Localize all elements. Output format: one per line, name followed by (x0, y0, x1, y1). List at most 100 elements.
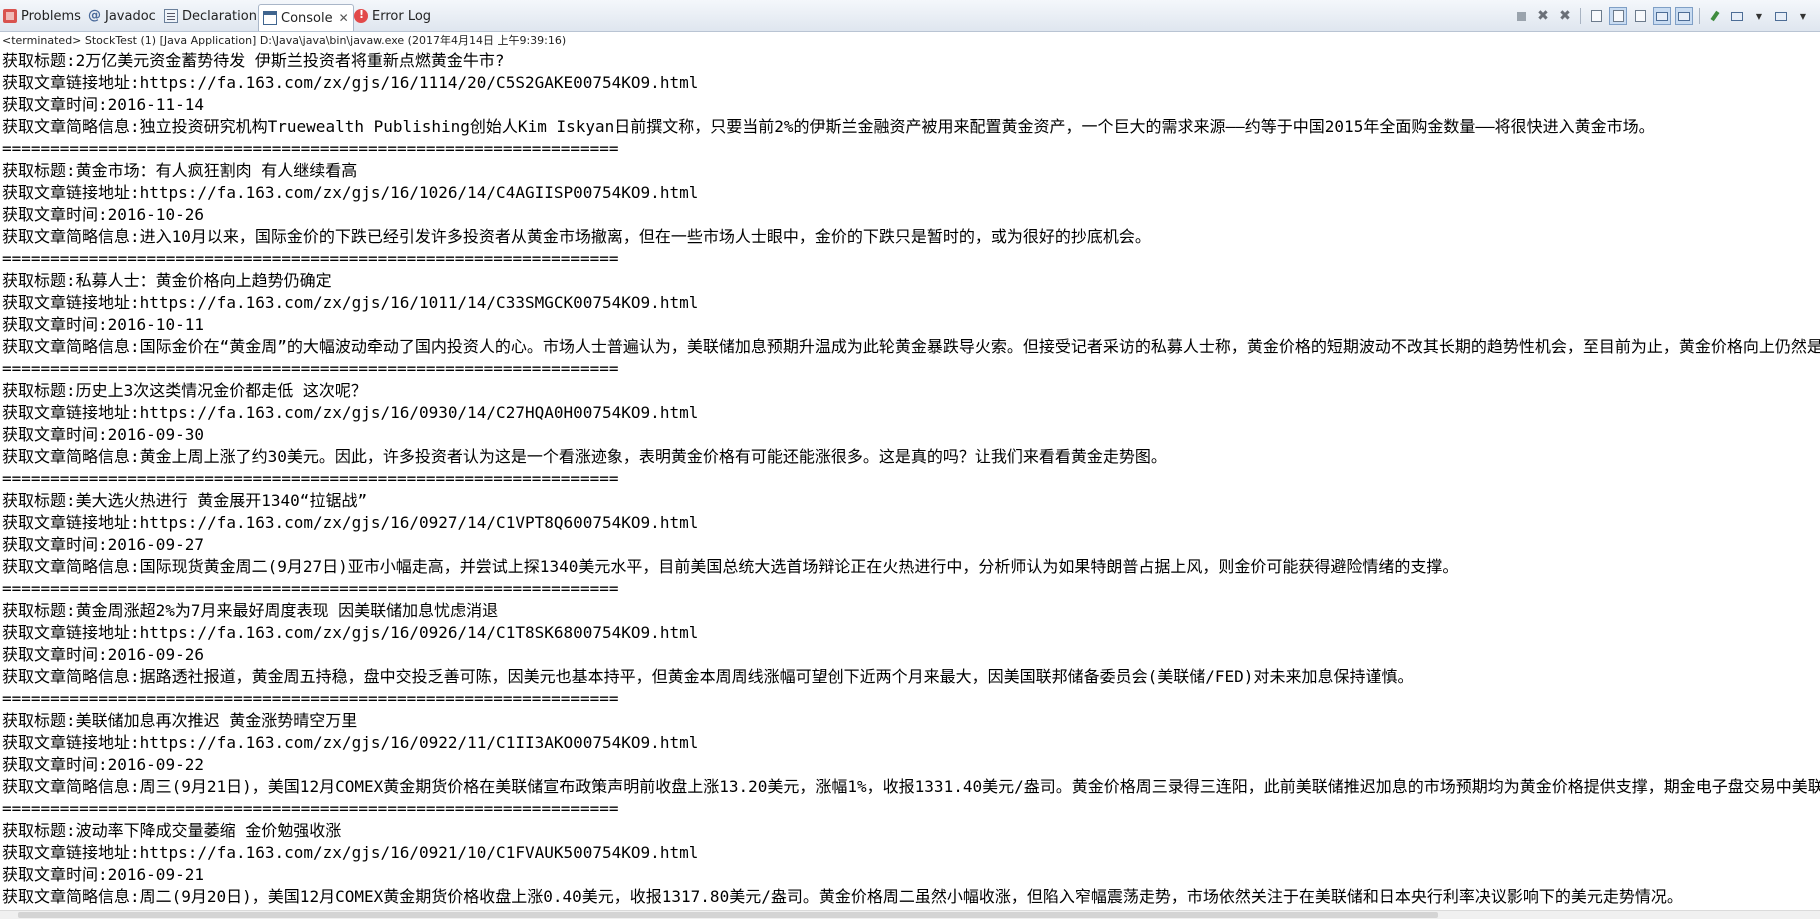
article-summary: 周三(9月21日)，美国12月COMEX黄金期货价格在美联储宣布政策声明前收盘上… (139, 777, 1820, 796)
line-label: 获取文章链接地址: (2, 843, 140, 862)
display-console-dropdown[interactable]: ▼ (1750, 7, 1768, 25)
display-selected-console-button[interactable] (1728, 7, 1746, 25)
output-line-time: 获取文章时间:2016-09-27 (2, 534, 204, 556)
line-label: 获取标题: (2, 821, 76, 840)
line-label: 获取文章链接地址: (2, 623, 140, 642)
clear-console-button[interactable] (1587, 7, 1605, 25)
output-line-summary: 获取文章简略信息:周二(9月20日)，美国12月COMEX黄金期货价格收盘上涨0… (2, 886, 1683, 908)
output-line-summary: 获取文章简略信息:国际现货黄金周二(9月27日)亚市小幅走高，并尝试上探1340… (2, 556, 1458, 578)
remove-icon: ✖ (1537, 8, 1549, 24)
tab-console[interactable]: Console ✕ (258, 4, 354, 31)
tab-problems[interactable]: Problems (3, 4, 81, 28)
terminate-button[interactable] (1512, 7, 1530, 25)
pin-console-button[interactable] (1706, 7, 1724, 25)
console-status-line: <terminated> StockTest (1) [Java Applica… (2, 34, 567, 47)
separator-line: ========================================… (2, 248, 619, 270)
article-time: 2016-11-14 (107, 95, 204, 114)
word-wrap-button[interactable] (1631, 7, 1649, 25)
separator-line: ========================================… (2, 798, 619, 820)
console-output[interactable]: 获取标题:2万亿美元资金蓄势待发 伊斯兰投资者将重新点燃黄金牛市? 获取文章链接地… (0, 50, 1820, 910)
line-label: 获取标题: (2, 271, 76, 290)
output-line-link: 获取文章链接地址:https://fa.163.com/zx/gjs/16/09… (2, 622, 698, 644)
open-console-button[interactable] (1772, 7, 1790, 25)
article-time: 2016-10-26 (107, 205, 204, 224)
tab-javadoc[interactable]: @ Javadoc (88, 4, 156, 28)
separator-line: ========================================… (2, 688, 619, 710)
output-line-summary: 获取文章简略信息:进入10月以来，国际金价的下跌已经引发许多投资者从黄金市场撤离… (2, 226, 1151, 248)
output-line-title: 获取标题:2万亿美元资金蓄势待发 伊斯兰投资者将重新点燃黄金牛市? (2, 50, 505, 72)
output-line-summary: 获取文章简略信息:周三(9月21日)，美国12月COMEX黄金期货价格在美联储宣… (2, 776, 1820, 798)
article-title: 黄金市场：有人疯狂割肉 有人继续看高 (75, 161, 358, 180)
separator-line: ========================================… (2, 138, 619, 160)
horizontal-scrollbar[interactable] (0, 910, 1820, 919)
output-line-link: 获取文章链接地址:https://fa.163.com/zx/gjs/16/11… (2, 72, 698, 94)
output-line-time: 获取文章时间:2016-10-26 (2, 204, 204, 226)
tab-label: Problems (21, 8, 81, 24)
article-title: 历史上3次这类情况金价都走低 这次呢？ (75, 381, 367, 400)
stderr-icon (1678, 11, 1690, 21)
separator-text: ========================================… (2, 469, 619, 488)
line-label: 获取文章链接地址: (2, 513, 140, 532)
terminate-icon (1516, 11, 1526, 21)
separator-text: ========================================… (2, 689, 619, 708)
output-line-time: 获取文章时间:2016-09-30 (2, 424, 204, 446)
show-on-stderr-button[interactable] (1675, 7, 1693, 25)
line-label: 获取文章简略信息: (2, 227, 140, 246)
line-label: 获取文章时间: (2, 865, 108, 884)
toolbar-separator (1699, 8, 1700, 24)
close-icon[interactable]: ✕ (339, 11, 349, 25)
article-link: https://fa.163.com/zx/gjs/16/1011/14/C33… (139, 293, 699, 312)
separator-line: ========================================… (2, 468, 619, 490)
problems-icon (3, 9, 17, 23)
article-title: 美联储加息再次推迟 黄金涨势晴空万里 (75, 711, 358, 730)
article-time: 2016-09-22 (107, 755, 204, 774)
line-label: 获取文章链接地址: (2, 403, 140, 422)
error-log-icon (354, 8, 368, 23)
article-link: https://fa.163.com/zx/gjs/16/1114/20/C5S… (139, 73, 699, 92)
output-line-title: 获取标题:私募人士：黄金价格向上趋势仍确定 (2, 270, 332, 292)
separator-text: ========================================… (2, 579, 619, 598)
remove-launch-button[interactable]: ✖ (1534, 7, 1552, 25)
output-line-link: 获取文章链接地址:https://fa.163.com/zx/gjs/16/10… (2, 292, 698, 314)
output-line-summary: 获取文章简略信息:据路透社报道，黄金周五持稳，盘中交投乏善可陈，因美元也基本持平… (2, 666, 1413, 688)
output-line-time: 获取文章时间:2016-09-26 (2, 644, 204, 666)
separator-text: ========================================… (2, 799, 619, 818)
output-line-link: 获取文章链接地址:https://fa.163.com/zx/gjs/16/09… (2, 732, 698, 754)
line-label: 获取文章时间: (2, 95, 108, 114)
line-label: 获取文章时间: (2, 755, 108, 774)
article-link: https://fa.163.com/zx/gjs/16/0930/14/C27… (139, 403, 699, 422)
console-toolbar: ✖ ✖ ▼ ▼ (1508, 7, 1812, 25)
scroll-lock-button[interactable] (1609, 7, 1627, 25)
line-label: 获取标题: (2, 491, 76, 510)
scrollbar-thumb[interactable] (18, 912, 1438, 918)
article-title: 美大选火热进行 黄金展开1340“拉锯战” (75, 491, 368, 510)
open-console-dropdown[interactable]: ▼ (1794, 7, 1812, 25)
tab-error-log[interactable]: Error Log (354, 4, 431, 28)
toolbar-separator (1580, 8, 1581, 24)
article-link: https://fa.163.com/zx/gjs/16/1026/14/C4A… (139, 183, 699, 202)
output-line-title: 获取标题:波动率下降成交量萎缩 金价勉强收涨 (2, 820, 341, 842)
line-label: 获取文章简略信息: (2, 337, 140, 356)
article-title: 波动率下降成交量萎缩 金价勉强收涨 (75, 821, 342, 840)
show-on-stdout-button[interactable] (1653, 7, 1671, 25)
remove-all-terminated-button[interactable]: ✖ (1556, 7, 1574, 25)
article-summary: 据路透社报道，黄金周五持稳，盘中交投乏善可陈，因美元也基本持平，但黄金本周周线涨… (139, 667, 1414, 686)
tab-declaration[interactable]: Declaration (164, 4, 257, 28)
article-title: 2万亿美元资金蓄势待发 伊斯兰投资者将重新点燃黄金牛市? (75, 51, 505, 70)
javadoc-icon: @ (88, 8, 101, 23)
line-label: 获取文章链接地址: (2, 73, 140, 92)
article-summary: 国际金价在“黄金周”的大幅波动牵动了国内投资人的心。市场人士普遍认为，美联储加息… (139, 337, 1820, 356)
article-link: https://fa.163.com/zx/gjs/16/0921/10/C1F… (139, 843, 699, 862)
output-line-title: 获取标题:黄金市场：有人疯狂割肉 有人继续看高 (2, 160, 357, 182)
output-line-title: 获取标题:美联储加息再次推迟 黄金涨势晴空万里 (2, 710, 357, 732)
declaration-icon (164, 9, 178, 23)
article-summary: 周二(9月20日)，美国12月COMEX黄金期货价格收盘上涨0.40美元，收报1… (139, 887, 1683, 906)
output-line-time: 获取文章时间:2016-11-14 (2, 94, 204, 116)
line-label: 获取文章链接地址: (2, 183, 140, 202)
line-label: 获取文章时间: (2, 425, 108, 444)
article-summary: 国际现货黄金周二(9月27日)亚市小幅走高，并尝试上探1340美元水平，目前美国… (139, 557, 1459, 576)
output-line-time: 获取文章时间:2016-10-11 (2, 314, 204, 336)
article-title: 黄金周涨超2%为7月来最好周度表现 因美联储加息忧虑消退 (75, 601, 499, 620)
article-link: https://fa.163.com/zx/gjs/16/0926/14/C1T… (139, 623, 699, 642)
article-summary: 进入10月以来，国际金价的下跌已经引发许多投资者从黄金市场撤离，但在一些市场人士… (139, 227, 1151, 246)
